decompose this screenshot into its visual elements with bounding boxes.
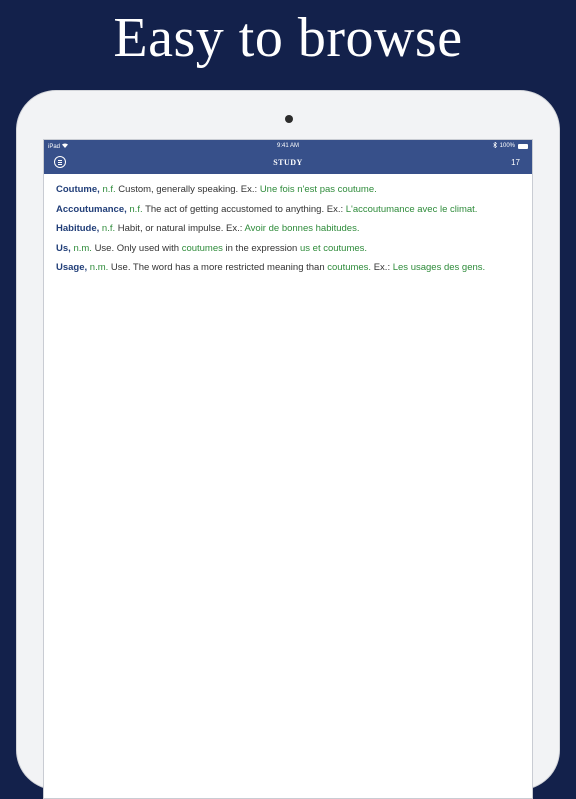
entry-term: Usage,: [56, 262, 88, 273]
battery-icon: [518, 143, 528, 149]
status-time: 9:41 AM: [276, 143, 299, 149]
bluetooth-icon: [492, 141, 497, 150]
word-list: Coutume, n.f. Custom, generally speaking…: [56, 184, 526, 282]
entry-pos: n.m.: [89, 262, 109, 273]
entry-example: Les usages des gens.: [392, 262, 486, 273]
list-item[interactable]: Usage, n.m. Use. The word has a more res…: [56, 262, 526, 282]
entry-pos: n.f.: [101, 223, 116, 234]
status-bar: iPad 9:41 AM 100%: [44, 140, 532, 152]
list-item[interactable]: Accoutumance, n.f. The act of getting ac…: [56, 204, 526, 224]
promo-headline: Easy to browse: [113, 7, 463, 69]
entry-definition: Custom, generally speaking. Ex.:: [118, 184, 258, 195]
entry-definition: The act of getting accustomed to anythin…: [145, 203, 344, 215]
entry-example: us et coutumes.: [299, 242, 368, 254]
nav-bar: STUDY 17: [44, 152, 532, 174]
entry-term: Habitude,: [56, 223, 100, 234]
list-item[interactable]: Us, n.m. Use. Only used with coutumes in…: [56, 243, 526, 263]
entry-term: Us,: [56, 242, 71, 254]
app-screen: iPad 9:41 AM 100% STUDY 17 Coutume, n.f.…: [43, 139, 533, 799]
entry-definition: Habit, or natural impulse. Ex.:: [117, 223, 243, 234]
entry-pos: n.f.: [102, 184, 116, 195]
cross-reference-link[interactable]: coutumes: [182, 243, 223, 254]
entry-count: 17: [511, 158, 520, 167]
camera-dot: [285, 115, 293, 123]
list-item[interactable]: Coutume, n.f. Custom, generally speaking…: [56, 184, 526, 204]
entry-term: Coutume,: [56, 184, 100, 195]
cross-reference-link[interactable]: coutumes.: [327, 262, 371, 273]
entry-example: Une fois n'est pas coutume.: [259, 184, 377, 195]
entry-pos: n.f.: [129, 203, 143, 215]
battery-percent: 100%: [499, 143, 515, 149]
entry-definition: Use. The word has a more restricted mean…: [110, 262, 325, 273]
status-right: 100%: [492, 141, 528, 150]
entry-example: Avoir de bonnes habitudes.: [244, 223, 360, 234]
entry-term: Accoutumance,: [56, 203, 127, 215]
entry-pos: n.m.: [73, 242, 92, 254]
nav-title: STUDY: [273, 158, 303, 167]
entry-example: L'accoutumance avec le climat.: [345, 203, 478, 215]
entry-definition-cont: in the expression: [225, 242, 298, 254]
list-item[interactable]: Habitude, n.f. Habit, or natural impulse…: [56, 223, 526, 243]
ipad-frame: iPad 9:41 AM 100% STUDY 17 Coutume, n.f.…: [16, 90, 560, 799]
entry-definition: Use. Only used with: [94, 242, 180, 254]
entry-definition-cont: Ex.:: [373, 262, 391, 273]
